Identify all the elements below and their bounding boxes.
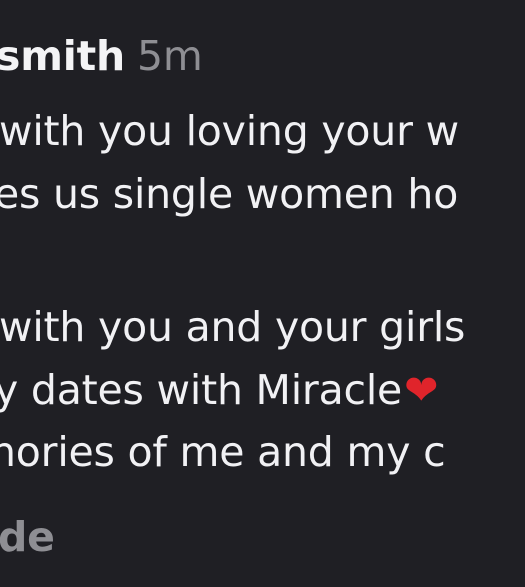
comment-line-2: es us single women ho (0, 170, 459, 218)
comment-username[interactable]: smith (0, 32, 125, 80)
heart-emoji-icon: ❤ (404, 366, 439, 414)
comment-line-4-text: y dates with Miracle (0, 366, 403, 414)
comment-line-5: nories of me and my c (0, 428, 446, 476)
comment-line-4: y dates with Miracle❤ (0, 370, 438, 411)
comment-line-1: with you loving your w (0, 107, 459, 155)
comment-screen: smith 5m with you loving your w es us sin… (0, 0, 525, 587)
comment-line-3: with you and your girls (0, 303, 466, 351)
comment-footer-action[interactable]: de (0, 517, 55, 558)
comment-header: smith 5m (0, 36, 203, 77)
comment-timestamp: 5m (136, 32, 203, 80)
